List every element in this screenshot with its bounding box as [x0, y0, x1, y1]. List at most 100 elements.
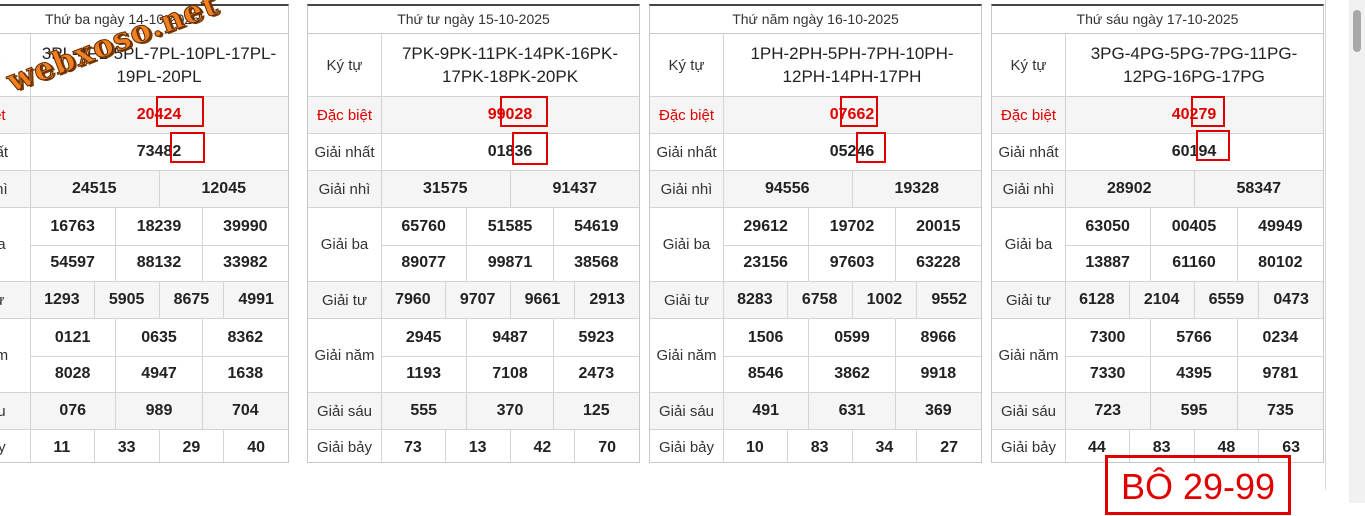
giai-nhi-row: Giải nhì 28902 58347	[992, 171, 1323, 208]
g3-value: 88132	[115, 245, 201, 281]
row-label: Giải ba	[992, 208, 1066, 281]
giai-nam-row: Giải năm 7300 5766 0234 7330 4395 9781	[992, 319, 1323, 393]
g7-value: 13	[444, 430, 510, 462]
g5-value: 4947	[115, 356, 201, 392]
g4-value: 6559	[1193, 282, 1259, 318]
giai-tu-row: Giải tư 6128 2104 6559 0473	[992, 282, 1323, 319]
g5-value: 0121	[54, 328, 91, 346]
g7-value: 33	[93, 430, 159, 462]
g7-value: 40	[223, 430, 288, 462]
g6-value: 735	[1236, 393, 1323, 429]
g3-value: 63228	[894, 245, 981, 281]
ky-tu-row: Ký tự 7PK-9PK-11PK-14PK-16PK-17PK-18PK-2…	[308, 34, 639, 97]
g5-value: 7108	[466, 356, 552, 392]
g4-value: 9552	[916, 282, 981, 318]
row-label: Giải tư	[308, 282, 382, 318]
giai-tu-row: Giải tư 7960 9707 9661 2913	[308, 282, 639, 319]
g5-value: 5923	[552, 319, 639, 356]
g5-value: 8546	[747, 365, 784, 382]
g5-value: 4395	[1150, 356, 1236, 392]
g4-value: 2104	[1128, 282, 1194, 318]
giai-nhi-row: Giải nhì 31575 91437	[308, 171, 639, 208]
g7-value: 73	[403, 438, 422, 456]
row-label: Giải nhất	[308, 134, 382, 170]
giai-nhat-row: Giải nhất 05246	[650, 134, 981, 171]
g2-value: 12045	[158, 171, 289, 207]
g6-value: 723	[1094, 402, 1122, 419]
g2-value: 91437	[509, 171, 640, 207]
g7-value: 11	[53, 438, 71, 456]
g4-value: 2913	[574, 282, 639, 318]
ky-tu-row: Ký tự 1PH-2PH-5PH-7PH-10PH-12PH-14PH-17P…	[650, 34, 981, 97]
g7-value: 34	[851, 430, 917, 462]
giai-ba-row: Giải ba 65760 51585 54619 89077 99871 38568	[308, 208, 639, 282]
row-label: Giải tư	[992, 282, 1066, 318]
g6-value: 491	[752, 402, 780, 419]
g3-value: 39990	[201, 208, 288, 245]
row-label: Đặc biệt	[992, 97, 1066, 133]
g7-value: 29	[158, 430, 224, 462]
row-label: Đặc biệt	[308, 97, 382, 133]
g2-value: 94556	[765, 180, 810, 197]
vertical-scrollbar[interactable]	[1349, 0, 1365, 503]
row-label: năm	[0, 319, 31, 392]
row-label: i nhì	[0, 171, 31, 207]
g3-value: 51585	[466, 208, 552, 245]
giai-nhi-row: i nhì 24515 12045	[0, 171, 288, 208]
giai-nhat-row: nhất 73482	[0, 134, 288, 171]
giai-sau-row: Giải sáu 555 370 125	[308, 393, 639, 430]
table-date-header: Thứ năm ngày 16-10-2025	[650, 6, 981, 34]
g2-value: 28902	[1107, 180, 1152, 197]
highlight-box	[856, 132, 886, 163]
ky-tu-value: 1PH-2PH-5PH-7PH-10PH-12PH-14PH-17PH	[750, 44, 954, 86]
giai-sau-row: Giải sáu 491 631 369	[650, 393, 981, 430]
g5-value: 2945	[405, 328, 442, 346]
g3-value: 65760	[401, 217, 446, 235]
g3-value: 20015	[894, 208, 981, 245]
g6-value: 631	[808, 393, 894, 429]
row-label: nhất	[0, 134, 31, 170]
g5-value: 5766	[1150, 319, 1236, 356]
g4-value: 1002	[851, 282, 917, 318]
g7-value: 42	[509, 430, 575, 462]
g3-value: 80102	[1236, 245, 1323, 281]
g3-value: 49949	[1236, 208, 1323, 245]
giai-sau-row: Giải sáu 723 595 735	[992, 393, 1323, 430]
giai-dac-biet-row: Đặc biệt 99028	[308, 97, 639, 134]
g7-value: 27	[916, 430, 981, 462]
giai-dac-biet-row: Đặc biệt 07662	[650, 97, 981, 134]
g5-value: 1193	[406, 365, 442, 382]
row-label: Giải ba	[308, 208, 382, 281]
g5-value: 7300	[1089, 328, 1126, 346]
g4-value: 4991	[223, 282, 288, 318]
giai-nhat-value: 01836	[487, 143, 533, 160]
g3-value: 00405	[1150, 208, 1236, 245]
g5-value: 2473	[552, 356, 639, 392]
scrollbar-thumb[interactable]	[1353, 10, 1361, 52]
row-label: sáu	[0, 393, 31, 429]
g5-value: 0635	[115, 319, 201, 356]
giai-bay-row: bảy 11 332940	[0, 430, 288, 462]
giai-dac-biet-row: Đặc biệt 40279	[992, 97, 1323, 134]
row-label: Giải bảy	[650, 430, 724, 462]
giai-sau-row: sáu 076 989704	[0, 393, 288, 430]
ky-tu-value: 3PG-4PG-5PG-7PG-11PG-12PG-16PG-17PG	[1090, 44, 1298, 86]
g4-value: 8283	[737, 291, 773, 308]
row-label: Giải sáu	[308, 393, 382, 429]
g4-value: 9661	[509, 282, 575, 318]
g4-value: 9707	[444, 282, 510, 318]
g3-value: 18239	[115, 208, 201, 245]
g4-value: 8675	[158, 282, 224, 318]
giai-bay-row: Giải bảy 10 83 34 27	[650, 430, 981, 462]
g5-value: 1638	[201, 356, 288, 392]
g6-value: 370	[466, 393, 552, 429]
table-date-header: Thứ sáu ngày 17-10-2025	[992, 6, 1323, 34]
g4-value: 7960	[395, 291, 431, 308]
highlight-box	[500, 96, 548, 127]
row-label: Giải năm	[992, 319, 1066, 392]
g5-value: 0234	[1236, 319, 1323, 356]
content-border	[1325, 0, 1326, 490]
g6-value: 125	[552, 393, 639, 429]
row-label: Giải tư	[650, 282, 724, 318]
g2-value: 58347	[1193, 171, 1324, 207]
